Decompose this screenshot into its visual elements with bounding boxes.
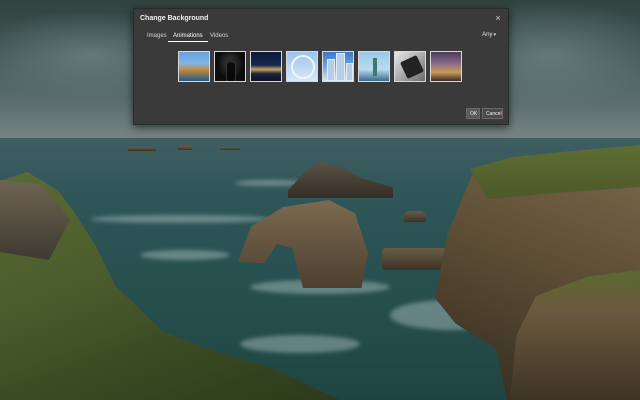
filter-dropdown[interactable]: Any▾ <box>482 32 496 38</box>
change-background-dialog: Change Background × Images Animations Vi… <box>133 8 509 125</box>
foam <box>90 215 270 223</box>
distant-rock <box>128 147 156 151</box>
thumbnail-harbor-sunset[interactable] <box>178 51 210 82</box>
building <box>336 53 345 81</box>
distant-rock <box>178 146 192 150</box>
cancel-button[interactable]: Cancel <box>482 108 503 119</box>
distant-rock <box>220 147 240 150</box>
thumbnail-woman-silhouette[interactable] <box>214 51 246 82</box>
chevron-down-icon: ▾ <box>493 32 496 38</box>
tab-videos[interactable]: Videos <box>205 31 233 41</box>
building <box>346 63 353 81</box>
low-rock <box>382 248 448 270</box>
thumbnail-statue-of-liberty[interactable] <box>358 51 390 82</box>
silhouette-figure <box>226 61 236 81</box>
statue-shape <box>373 58 377 76</box>
ok-button[interactable]: OK <box>466 108 480 119</box>
tab-animations[interactable]: Animations <box>168 31 208 42</box>
building <box>327 59 335 81</box>
foam <box>240 335 360 353</box>
dialog-title: Change Background <box>140 15 209 22</box>
ferris-wheel-shape <box>291 55 315 79</box>
close-icon[interactable]: × <box>493 13 503 23</box>
filter-label: Any <box>482 32 493 38</box>
thumbnail-strip <box>178 51 468 85</box>
phone-shape <box>400 55 424 79</box>
thumbnail-smartphone[interactable] <box>394 51 426 82</box>
thumbnail-ferris-wheel[interactable] <box>286 51 318 82</box>
foam <box>140 250 230 260</box>
thumbnail-skyscrapers[interactable] <box>322 51 354 82</box>
thumbnail-city-dusk[interactable] <box>430 51 462 82</box>
small-rock <box>404 211 426 222</box>
thumbnail-city-night[interactable] <box>250 51 282 82</box>
